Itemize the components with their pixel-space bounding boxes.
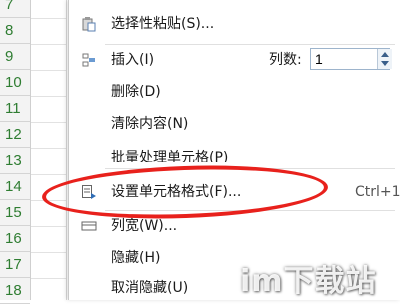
spinner-down-icon[interactable] bbox=[381, 61, 389, 66]
row-header-16[interactable]: 16 bbox=[0, 226, 30, 252]
paste-special-icon bbox=[81, 16, 97, 32]
delete-label: 删除(D) bbox=[111, 84, 161, 100]
grid-line bbox=[31, 70, 67, 71]
menu-item-batch-cells[interactable]: 批量处理单元格(P) bbox=[69, 140, 400, 162]
grid-line bbox=[31, 44, 67, 45]
grid-line bbox=[31, 200, 67, 201]
format-cells-icon bbox=[81, 184, 97, 200]
column-width-label: 列宽(W)... bbox=[111, 218, 178, 234]
insert-icon bbox=[81, 52, 97, 68]
row-header-13[interactable]: 13 bbox=[0, 148, 30, 174]
row-header-10[interactable]: 10 bbox=[0, 70, 30, 96]
menu-item-paste-special[interactable]: 选择性粘贴(S)... bbox=[69, 8, 400, 40]
grid-line bbox=[31, 122, 67, 123]
grid-line bbox=[31, 278, 67, 279]
row-header-11[interactable]: 11 bbox=[0, 96, 30, 122]
grid-line bbox=[31, 174, 67, 175]
format-cells-shortcut: Ctrl+1 bbox=[355, 184, 400, 200]
row-header-18[interactable]: 18 bbox=[0, 278, 30, 304]
clear-contents-label: 清除内容(N) bbox=[111, 116, 189, 132]
paste-special-label: 选择性粘贴(S)... bbox=[111, 16, 215, 32]
menu-item-clear-contents[interactable]: 清除内容(N) bbox=[69, 108, 400, 140]
insert-label: 插入(I) bbox=[111, 52, 155, 68]
cell-column[interactable] bbox=[31, 0, 67, 300]
watermark: im下载站 bbox=[240, 264, 377, 299]
context-menu: 选择性粘贴(S)... 插入(I) 列数: 删除(D) 清除内容(N) 批量处理… bbox=[68, 0, 400, 300]
format-cells-label: 设置单元格格式(F)... bbox=[111, 184, 242, 200]
row-header-15[interactable]: 15 bbox=[0, 200, 30, 226]
columns-count-label: 列数: bbox=[269, 52, 302, 68]
column-width-icon bbox=[81, 218, 97, 234]
columns-count-spinner[interactable] bbox=[377, 49, 392, 69]
row-header-8[interactable]: 8 bbox=[0, 18, 30, 44]
grid-line bbox=[31, 96, 67, 97]
grid-line bbox=[31, 226, 67, 227]
row-header-9[interactable]: 9 bbox=[0, 44, 30, 70]
menu-item-insert[interactable]: 插入(I) 列数: bbox=[69, 44, 400, 76]
grid-line bbox=[31, 148, 67, 149]
row-header-17[interactable]: 17 bbox=[0, 252, 30, 278]
menu-item-format-cells[interactable]: 设置单元格格式(F)... Ctrl+1 bbox=[69, 176, 400, 208]
menu-separator bbox=[105, 168, 395, 169]
row-header-7[interactable]: 7 bbox=[0, 0, 30, 18]
spinner-up-icon[interactable] bbox=[381, 52, 389, 57]
row-header-12[interactable]: 12 bbox=[0, 122, 30, 148]
menu-item-delete[interactable]: 删除(D) bbox=[69, 76, 400, 108]
grid-line bbox=[31, 252, 67, 253]
column-divider bbox=[66, 0, 67, 300]
batch-cells-label: 批量处理单元格(P) bbox=[111, 150, 229, 162]
row-header-14[interactable]: 14 bbox=[0, 174, 30, 200]
grid-line bbox=[31, 18, 67, 19]
row-header-column: 7 8 9 10 11 12 13 14 15 16 17 18 bbox=[0, 0, 31, 304]
menu-item-column-width[interactable]: 列宽(W)... bbox=[69, 210, 400, 242]
hide-label: 隐藏(H) bbox=[111, 250, 161, 266]
unhide-label: 取消隐藏(U) bbox=[111, 280, 189, 296]
